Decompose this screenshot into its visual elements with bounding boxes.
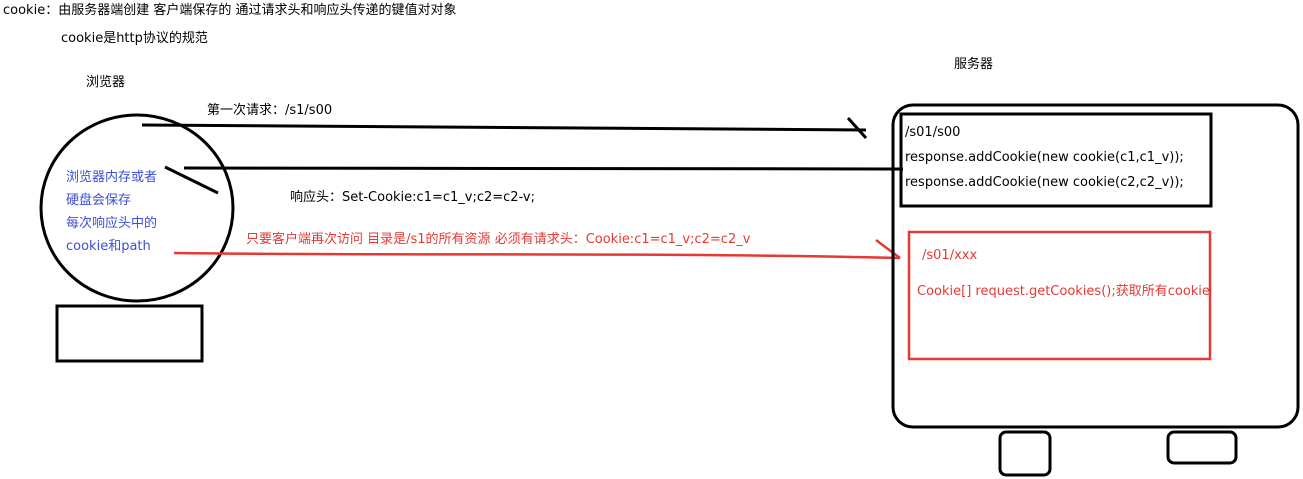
server-foot-right [1166, 430, 1238, 465]
revisit-arrow-line [173, 251, 901, 260]
handler1-content: /s01/s00 response.addCookie(new cookie(c… [905, 120, 1184, 195]
cookie-definition: cookie：由服务器端创建 客户端保存的 通过请求头和响应头传递的键值对对象 [3, 3, 457, 18]
cookie-spec-note: cookie是http协议的规范 [61, 31, 208, 46]
server-foot-left [998, 430, 1052, 477]
handler2-path: /s01/xxx [922, 248, 978, 263]
browser-storage-note: 浏览器内存或者 硬盘会保存 每次响应头中的 cookie和path [66, 166, 157, 258]
browser-note-line: 浏览器内存或者 [66, 170, 158, 185]
revisit-label: 只要客户端再次访问 目录是/s1的所有资源 必须有请求头：Cookie:c1=c… [246, 232, 751, 247]
response-header-label: 响应头：Set-Cookie:c1=c1_v;c2=c2-v; [290, 190, 535, 205]
handler1-code-line: response.addCookie(new cookie(c2,c2_v)); [905, 175, 1184, 190]
revisit-arrow-head [875, 239, 901, 259]
handler1-path: /s01/s00 [905, 125, 961, 140]
browser-note-line: cookie和path [66, 239, 151, 254]
handler1-code-line: response.addCookie(new cookie(c1,c1_v)); [905, 150, 1184, 165]
browser-base-box [55, 304, 204, 363]
response-arrow-line [183, 166, 904, 171]
server-label: 服务器 [954, 57, 994, 72]
handler2-code-line: Cookie[] request.getCookies();获取所有cookie [917, 284, 1210, 299]
request-label: 第一次请求：/s1/s00 [207, 103, 333, 118]
browser-label: 浏览器 [86, 75, 126, 90]
browser-note-line: 硬盘会保存 [66, 193, 132, 208]
request-arrow-line [141, 123, 867, 132]
browser-note-line: 每次响应头中的 [66, 216, 158, 231]
request-arrow-head [846, 116, 868, 140]
response-arrow-head [164, 165, 219, 195]
